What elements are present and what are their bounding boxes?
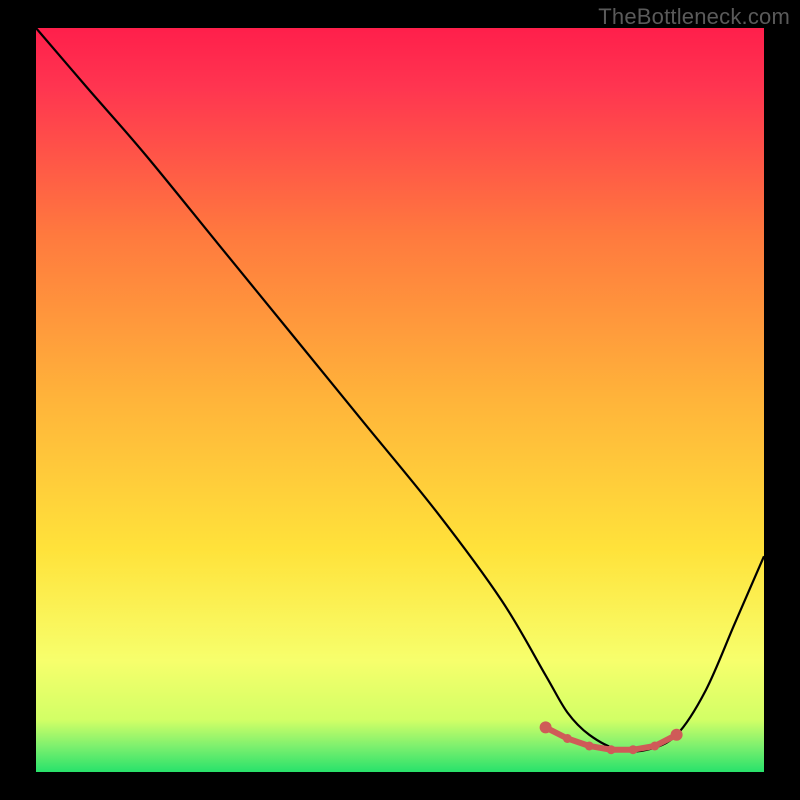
chart-frame: TheBottleneck.com <box>0 0 800 800</box>
highlight-point <box>540 721 552 733</box>
highlight-point <box>607 745 616 754</box>
watermark-text: TheBottleneck.com <box>598 4 790 30</box>
gradient-background <box>36 28 764 772</box>
highlight-point <box>563 734 572 743</box>
highlight-point <box>671 729 683 741</box>
bottleneck-chart <box>36 28 764 772</box>
highlight-point <box>629 745 638 754</box>
highlight-point <box>650 742 659 751</box>
plot-area <box>36 28 764 772</box>
highlight-point <box>585 742 594 751</box>
